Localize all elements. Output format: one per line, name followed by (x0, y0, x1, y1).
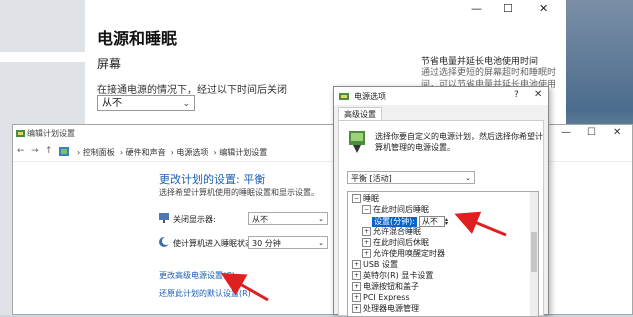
arrow-to-sleep-setting (454, 211, 507, 237)
annotation-arrows (220, 211, 507, 302)
arrow-to-advanced-link (220, 273, 269, 302)
